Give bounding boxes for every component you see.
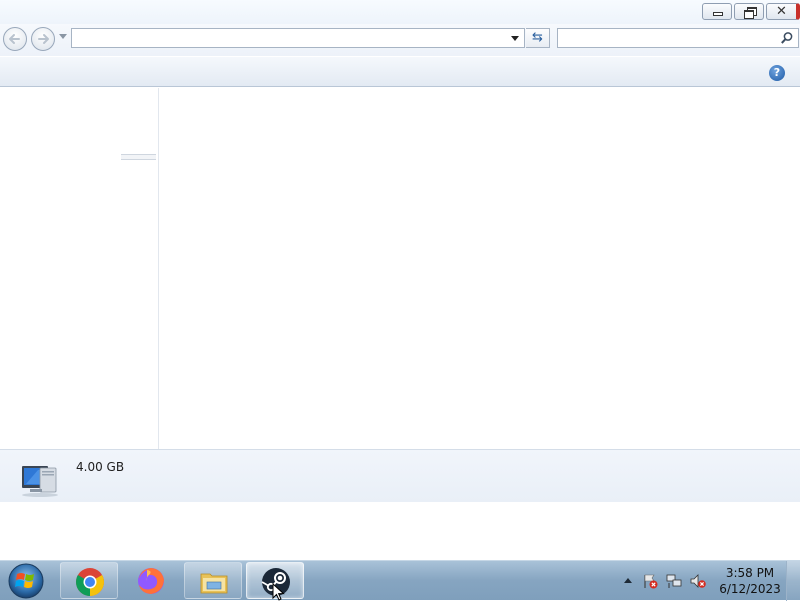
mouse-cursor-icon xyxy=(272,583,285,601)
network-icon[interactable] xyxy=(666,573,682,589)
forward-button[interactable] xyxy=(31,27,55,51)
forward-arrow-icon xyxy=(38,34,49,44)
memory-value: 4.00 GB xyxy=(76,460,125,474)
clock-time: 3:58 PM xyxy=(725,566,775,580)
help-icon[interactable]: ? xyxy=(769,65,785,81)
taskbar-chrome-button[interactable] xyxy=(60,562,118,599)
search-input[interactable] xyxy=(557,28,799,48)
clock[interactable]: 3:58 PM 6/12/2023 xyxy=(718,565,782,597)
refresh-button[interactable]: ⇆ xyxy=(526,28,550,48)
show-hidden-icons[interactable] xyxy=(620,573,636,589)
computer-icon xyxy=(22,466,58,497)
details-pane: 4.00 GB xyxy=(0,449,800,502)
search-icon[interactable] xyxy=(780,31,794,45)
address-dropdown-icon[interactable] xyxy=(511,36,519,41)
firefox-icon xyxy=(138,568,164,594)
minimize-icon xyxy=(713,12,723,16)
content-area[interactable] xyxy=(159,88,800,449)
command-bar: ? xyxy=(0,57,800,87)
action-center-flag-icon[interactable] xyxy=(642,573,658,589)
window-titlebar: ✕ xyxy=(0,0,800,24)
taskbar: 3:58 PM 6/12/2023 xyxy=(0,560,800,601)
navigation-pane[interactable] xyxy=(0,88,159,449)
show-desktop-button[interactable] xyxy=(786,561,800,601)
minimize-button[interactable] xyxy=(702,3,732,20)
close-button[interactable]: ✕ xyxy=(766,3,800,20)
start-button[interactable] xyxy=(4,562,46,600)
restore-button[interactable] xyxy=(734,3,764,20)
windows-start-icon xyxy=(8,563,44,599)
address-bar[interactable] xyxy=(71,28,525,48)
empty-area xyxy=(0,502,800,560)
file-explorer-icon xyxy=(200,573,228,594)
refresh-icon: ⇆ xyxy=(532,30,543,45)
taskbar-firefox-button[interactable] xyxy=(122,562,180,599)
back-arrow-icon xyxy=(9,34,20,44)
system-tray xyxy=(618,561,718,601)
navigation-bar: ⇆ xyxy=(0,24,800,56)
volume-muted-icon[interactable] xyxy=(690,573,706,589)
restore-icon xyxy=(744,7,757,19)
back-button[interactable] xyxy=(3,27,27,51)
recent-pages-dropdown-icon[interactable] xyxy=(59,34,67,39)
clock-date: 6/12/2023 xyxy=(719,582,781,596)
taskbar-explorer-button[interactable] xyxy=(184,562,242,599)
pane-splitter-handle[interactable] xyxy=(121,154,156,160)
chrome-icon xyxy=(76,568,104,596)
close-icon: ✕ xyxy=(776,4,787,19)
